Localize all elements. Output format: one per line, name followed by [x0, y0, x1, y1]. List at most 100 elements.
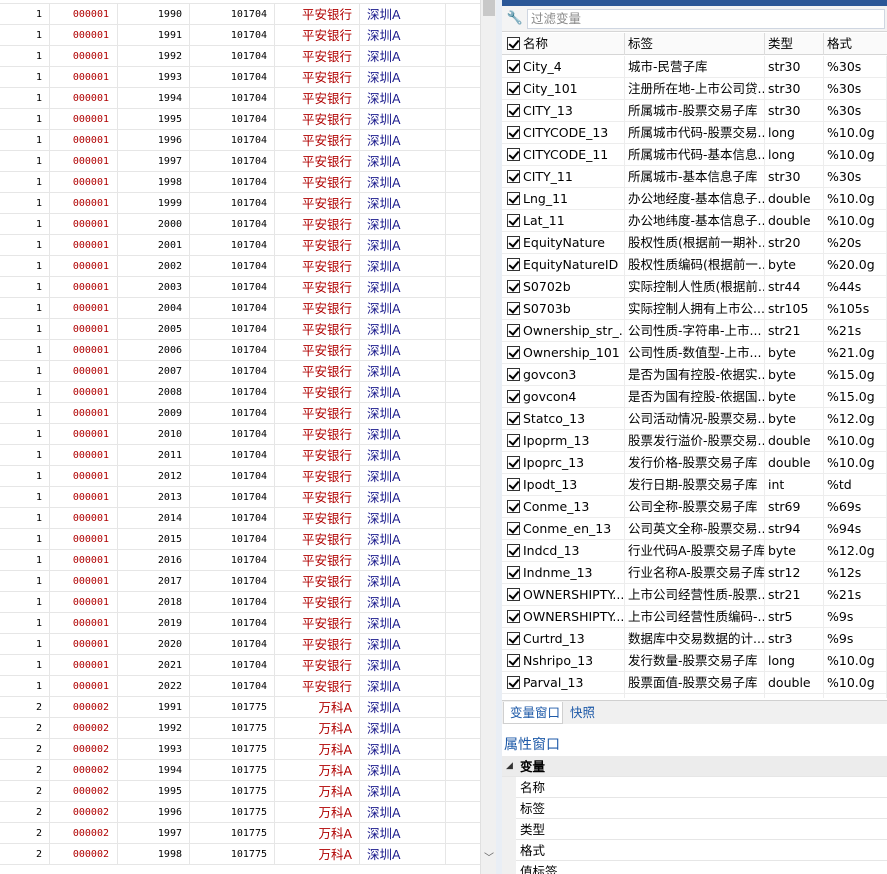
industry-code-cell[interactable]: 101704: [190, 214, 275, 235]
table-row[interactable]: 2 000002 1995 101775 万科A 深圳A: [0, 781, 480, 802]
table-row[interactable]: 1 000001 1992 101704 平安银行 深圳A: [0, 46, 480, 67]
company-name-cell[interactable]: 平安银行: [275, 277, 360, 298]
table-row[interactable]: 1 000001 2022 101704 平安银行 深圳A: [0, 676, 480, 697]
filter-variables-input[interactable]: [527, 9, 885, 29]
table-row[interactable]: 1 000001 1994 101704 平安银行 深圳A: [0, 88, 480, 109]
company-name-cell[interactable]: 平安银行: [275, 256, 360, 277]
variable-checkbox[interactable]: [507, 148, 520, 161]
industry-code-cell[interactable]: 101775: [190, 760, 275, 781]
row-id-cell[interactable]: 1: [0, 46, 50, 67]
market-cell[interactable]: 深圳A: [360, 571, 446, 592]
variable-checkbox[interactable]: [507, 60, 520, 73]
company-name-cell[interactable]: 平安银行: [275, 193, 360, 214]
market-cell[interactable]: 深圳A: [360, 634, 446, 655]
variable-checkbox[interactable]: [507, 676, 520, 689]
industry-code-cell[interactable]: 101704: [190, 319, 275, 340]
company-name-cell[interactable]: 平安银行: [275, 571, 360, 592]
industry-code-cell[interactable]: 101775: [190, 697, 275, 718]
market-cell[interactable]: 深圳A: [360, 508, 446, 529]
company-name-cell[interactable]: 平安银行: [275, 214, 360, 235]
stock-code-cell[interactable]: 000001: [50, 550, 118, 571]
variable-row[interactable]: Conme_en_13 公司英文全称-股票交易... str94 %94s: [502, 518, 887, 540]
year-cell[interactable]: 2021: [118, 655, 190, 676]
market-cell[interactable]: 深圳A: [360, 256, 446, 277]
industry-code-cell[interactable]: 101704: [190, 298, 275, 319]
industry-code-cell[interactable]: 101704: [190, 46, 275, 67]
market-cell[interactable]: 深圳A: [360, 172, 446, 193]
stock-code-cell[interactable]: 000001: [50, 487, 118, 508]
column-header-type[interactable]: 类型: [765, 33, 824, 55]
market-cell[interactable]: 深圳A: [360, 298, 446, 319]
variable-checkbox[interactable]: [507, 610, 520, 623]
variable-checkbox[interactable]: [507, 412, 520, 425]
variable-row[interactable]: City_4 城市-民营子库 str30 %30s: [502, 56, 887, 78]
stock-code-cell[interactable]: 000002: [50, 718, 118, 739]
table-row[interactable]: 1 000001 2002 101704 平安银行 深圳A: [0, 256, 480, 277]
year-cell[interactable]: 2012: [118, 466, 190, 487]
table-row[interactable]: 2 000002 1997 101775 万科A 深圳A: [0, 823, 480, 844]
market-cell[interactable]: 深圳A: [360, 151, 446, 172]
variable-row[interactable]: Indcd_13 行业代码A-股票交易子库 byte %12.0g: [502, 540, 887, 562]
year-cell[interactable]: 2016: [118, 550, 190, 571]
market-cell[interactable]: 深圳A: [360, 67, 446, 88]
table-row[interactable]: 1 000001 1996 101704 平安银行 深圳A: [0, 130, 480, 151]
row-id-cell[interactable]: 1: [0, 4, 50, 25]
market-cell[interactable]: 深圳A: [360, 4, 446, 25]
industry-code-cell[interactable]: 101704: [190, 25, 275, 46]
market-cell[interactable]: 深圳A: [360, 613, 446, 634]
stock-code-cell[interactable]: 000001: [50, 46, 118, 67]
row-id-cell[interactable]: 1: [0, 382, 50, 403]
variable-row[interactable]: Parval_13 股票面值-股票交易子库 double %10.0g: [502, 672, 887, 694]
company-name-cell[interactable]: 平安银行: [275, 361, 360, 382]
market-cell[interactable]: 深圳A: [360, 361, 446, 382]
company-name-cell[interactable]: 万科A: [275, 844, 360, 865]
year-cell[interactable]: 2007: [118, 361, 190, 382]
variable-row[interactable]: govcon4 是否为国有控股-依据国... byte %15.0g: [502, 386, 887, 408]
company-name-cell[interactable]: 万科A: [275, 697, 360, 718]
year-cell[interactable]: 1994: [118, 88, 190, 109]
company-name-cell[interactable]: 平安银行: [275, 109, 360, 130]
year-cell[interactable]: 2022: [118, 676, 190, 697]
industry-code-cell[interactable]: 101704: [190, 340, 275, 361]
industry-code-cell[interactable]: 101775: [190, 802, 275, 823]
company-name-cell[interactable]: 平安银行: [275, 508, 360, 529]
stock-code-cell[interactable]: 000001: [50, 634, 118, 655]
variable-row[interactable]: Ownership_str_... 公司性质-字符串-上市... str21 %21s: [502, 320, 887, 342]
industry-code-cell[interactable]: 101704: [190, 277, 275, 298]
variable-checkbox[interactable]: [507, 654, 520, 667]
variable-checkbox[interactable]: [507, 368, 520, 381]
variable-checkbox[interactable]: [507, 500, 520, 513]
stock-code-cell[interactable]: 000001: [50, 403, 118, 424]
row-id-cell[interactable]: 2: [0, 802, 50, 823]
year-cell[interactable]: 1991: [118, 697, 190, 718]
variable-checkbox[interactable]: [507, 566, 520, 579]
column-header-format[interactable]: 格式: [824, 33, 887, 55]
variables-list[interactable]: City_4 城市-民营子库 str30 %30s City_101 注册所在地-上市公司…: [502, 56, 887, 698]
stock-code-cell[interactable]: 000001: [50, 319, 118, 340]
stock-code-cell[interactable]: 000001: [50, 214, 118, 235]
variable-row[interactable]: CITYCODE_13 所属城市代码-股票交易... long %10.0g: [502, 122, 887, 144]
select-all-checkbox[interactable]: [507, 37, 520, 50]
year-cell[interactable]: 2018: [118, 592, 190, 613]
table-row[interactable]: 1 000001 2015 101704 平安银行 深圳A: [0, 529, 480, 550]
year-cell[interactable]: 2011: [118, 445, 190, 466]
table-row[interactable]: 1 000001 1997 101704 平安银行 深圳A: [0, 151, 480, 172]
row-id-cell[interactable]: 1: [0, 172, 50, 193]
row-id-cell[interactable]: 2: [0, 718, 50, 739]
table-row[interactable]: 2 000002 1996 101775 万科A 深圳A: [0, 802, 480, 823]
table-row[interactable]: 1 000001 2010 101704 平安银行 深圳A: [0, 424, 480, 445]
property-group-variable[interactable]: ◢ 变量: [502, 756, 887, 777]
variable-row[interactable]: City_101 注册所在地-上市公司贷... str30 %30s: [502, 78, 887, 100]
table-row[interactable]: 1 000001 1990 101704 平安银行 深圳A: [0, 4, 480, 25]
row-id-cell[interactable]: 2: [0, 823, 50, 844]
variable-checkbox[interactable]: [507, 258, 520, 271]
stock-code-cell[interactable]: 000001: [50, 25, 118, 46]
stock-code-cell[interactable]: 000001: [50, 4, 118, 25]
row-id-cell[interactable]: 1: [0, 634, 50, 655]
year-cell[interactable]: 1993: [118, 67, 190, 88]
industry-code-cell[interactable]: 101704: [190, 550, 275, 571]
year-cell[interactable]: 1999: [118, 193, 190, 214]
company-name-cell[interactable]: 平安银行: [275, 340, 360, 361]
table-row[interactable]: 1 000001 2016 101704 平安银行 深圳A: [0, 550, 480, 571]
year-cell[interactable]: 2002: [118, 256, 190, 277]
